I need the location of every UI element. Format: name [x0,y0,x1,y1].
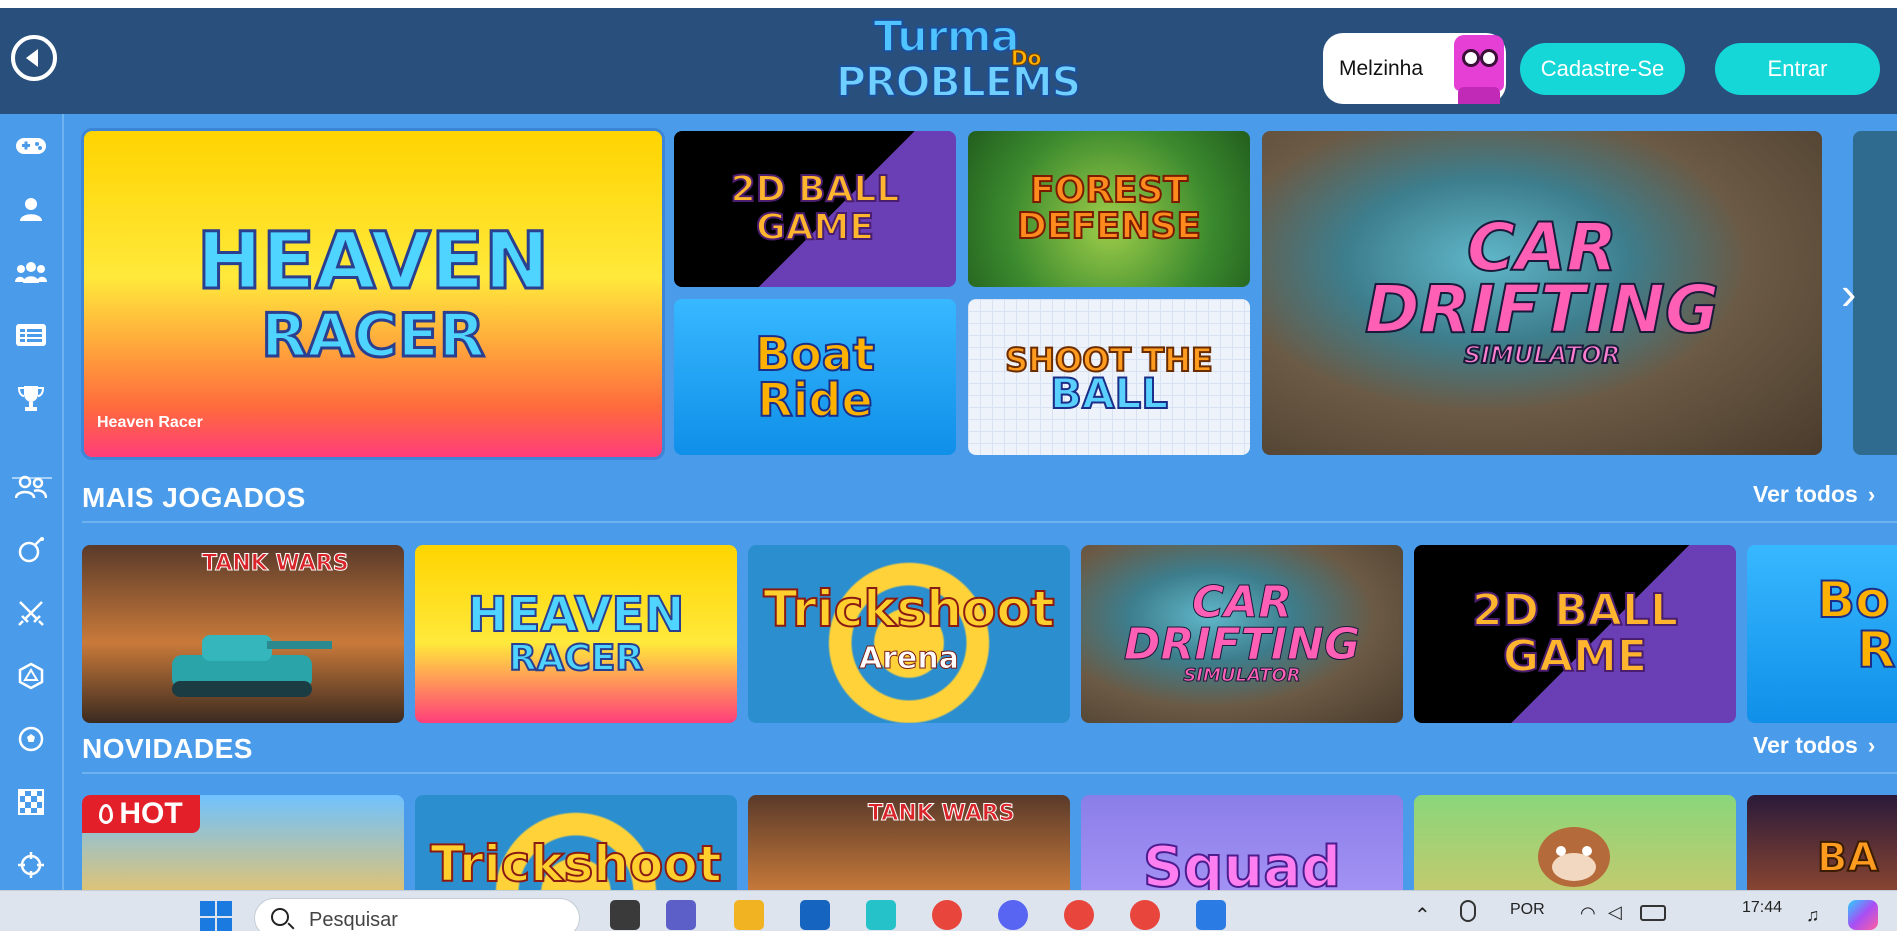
taskbar-search[interactable]: Pesquisar [254,898,580,931]
hot-badge: HOT [82,795,200,833]
language-indicator[interactable]: POR [1510,901,1545,919]
hero-tile-forest-defense[interactable]: FOREST DEFENSE [968,131,1250,287]
tank-illustration [172,635,332,697]
file-explorer-icon[interactable] [734,900,764,930]
windows-start-icon[interactable] [199,900,232,931]
game-card-tank-wars-2[interactable]: TANK WARS [748,795,1070,890]
game-card-tank-wars[interactable]: TANK WARS [82,545,404,723]
tile-title: CAR [1466,209,1618,286]
microphone-icon[interactable] [1460,900,1476,922]
tile-title: FOREST [1029,170,1189,211]
game-card-heaven-racer[interactable]: HEAVEN RACER [415,545,737,723]
hero-tile-car-drifting-simulator[interactable]: CAR DRIFTING SIMULATOR [1262,131,1822,455]
tile-subtitle: DEFENSE [1016,206,1202,247]
tile-subtitle: GAME [755,207,875,248]
card-subtitle: R [1856,621,1897,679]
content-area: HEAVEN RACER Heaven Racer 2D BALL GAME FO… [0,0,1897,890]
hero-title-line2: RACER [260,301,487,371]
battery-icon[interactable] [1640,905,1666,921]
game-card-car-drifting[interactable]: CAR DRIFTING SIMULATOR [1081,545,1403,723]
chevron-right-icon: › [1867,733,1876,758]
tile-subtitle: BALL [1049,369,1169,418]
carousel-next-icon[interactable]: › [1841,268,1871,318]
card-title-2: DRIFTING [1123,619,1361,670]
card-title: HEAVEN [467,587,686,643]
card-subtitle: GAME [1502,631,1648,682]
hero-tile-2d-ball-game[interactable]: 2D BALL GAME [674,131,956,287]
chevron-up-icon[interactable]: ⌃ [1414,903,1431,928]
card-title: Trickshoot [429,834,722,890]
game-card-2d-ball-game[interactable]: 2D BALL GAME [1414,545,1736,723]
tile-title-2: DRIFTING [1364,271,1720,348]
card-title: Trickshoot [762,580,1055,638]
see-all-most-played-link[interactable]: Ver todos › [1753,481,1875,508]
game-card-new-1[interactable]: HOT [82,795,404,890]
game-card-squad[interactable]: Squad [1081,795,1403,890]
hero-title-line1: HEAVEN [195,217,551,307]
hot-label: HOT [119,797,183,830]
see-all-label: Ver todos [1753,732,1858,758]
see-all-label: Ver todos [1753,481,1858,507]
chevron-right-icon: › [1867,482,1876,507]
chrome-profile-2-icon[interactable] [1130,900,1160,930]
hero-tile-boat-ride[interactable]: Boat Ride [674,299,956,455]
mail-icon[interactable] [800,900,830,930]
speaker-icon[interactable]: ◁ [1608,902,1622,923]
card-title: Bo [1816,571,1890,629]
section-divider [82,772,1897,774]
game-card-partial[interactable]: BA [1747,795,1897,890]
chrome-profile-icon[interactable] [1064,900,1094,930]
card-title: CAR [1191,577,1293,628]
game-card-trickshoot-arena[interactable]: Trickshoot Arena [748,545,1070,723]
card-title: TANK WARS [868,801,1016,827]
card-title: TANK WARS [202,551,350,577]
os-taskbar: Pesquisar ⌃ POR ◠ ◁ 17:44 ♫ [0,890,1897,931]
tile-subtitle: Ride [756,373,873,427]
wifi-icon[interactable]: ◠ [1580,903,1596,924]
section-title-most-played: MAIS JOGADOS [82,482,306,513]
task-view-icon[interactable] [610,900,640,930]
notification-bell-icon[interactable]: ♫ [1806,905,1820,926]
notepad-icon[interactable] [1196,900,1226,930]
teams-icon[interactable] [666,900,696,930]
tile-title: 2D BALL [730,169,901,210]
search-placeholder: Pesquisar [309,909,398,931]
card-title: 2D BALL [1471,585,1679,636]
bulldog-illustration [1538,827,1610,887]
see-all-news-link[interactable]: Ver todos › [1753,732,1875,759]
hero-caption: Heaven Racer [97,414,203,431]
game-card-boat-ride-partial[interactable]: Bo R [1747,545,1897,723]
game-card-bulldog[interactable] [1414,795,1736,890]
card-subtitle: RACER [508,638,644,679]
card-title: BA [1816,834,1879,882]
card-title: Squad [1142,834,1342,890]
hero-tile-shoot-the-ball[interactable]: SHOOT THE BALL [968,299,1250,455]
chrome-icon[interactable] [932,900,962,930]
copilot-icon[interactable] [1848,900,1878,930]
flame-icon [99,804,114,824]
amazon-music-icon[interactable] [866,900,896,930]
game-card-trickshoot[interactable]: Trickshoot [415,795,737,890]
hero-featured-game[interactable]: HEAVEN RACER Heaven Racer [84,131,662,457]
card-subtitle: Arena [858,641,959,677]
search-icon [271,908,289,926]
section-divider [82,521,1897,523]
discord-icon[interactable] [998,900,1028,930]
clock-time[interactable]: 17:44 [1742,899,1782,917]
tile-title: Boat [754,327,876,381]
section-title-news: NOVIDADES [82,733,253,764]
